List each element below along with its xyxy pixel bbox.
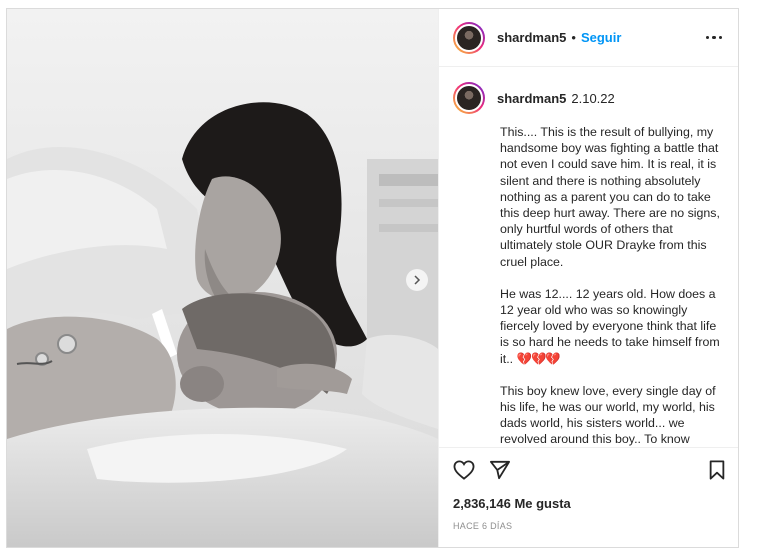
likes-count[interactable]: 2,836,146 Me gusta: [453, 496, 571, 511]
photo-illustration: [7, 9, 438, 547]
post-timestamp[interactable]: HACE 6 DÍAS: [453, 521, 512, 531]
separator-dot: •: [571, 30, 576, 45]
send-icon[interactable]: [489, 460, 511, 480]
follow-button[interactable]: Seguir: [581, 30, 621, 45]
post-photo[interactable]: [7, 9, 438, 547]
instagram-post: shardman5 • Seguir shardman5 2.10.22 Thi…: [6, 8, 739, 548]
broken-heart-emojis: 💔💔💔: [516, 351, 561, 366]
post-sidebar: shardman5 • Seguir shardman5 2.10.22 Thi…: [438, 9, 738, 547]
author-username[interactable]: shardman5: [497, 30, 566, 45]
caption-avatar[interactable]: [453, 82, 485, 114]
caption-header: shardman5 2.10.22: [439, 68, 738, 114]
author-avatar[interactable]: [453, 21, 485, 54]
caption-paragraph: This boy knew love, every single day of …: [500, 383, 716, 446]
bookmark-icon[interactable]: [708, 459, 726, 480]
post-header: shardman5 • Seguir: [439, 9, 738, 67]
caption-section[interactable]: shardman5 2.10.22 This.... This is the r…: [439, 68, 738, 446]
action-bar: [439, 447, 738, 491]
caption-username[interactable]: shardman5: [497, 91, 566, 106]
carousel-next-button[interactable]: [406, 269, 428, 291]
caption-paragraph: He was 12.... 12 years old. How does a 1…: [500, 286, 726, 367]
caption-text: This.... This is the result of bullying,…: [439, 114, 738, 446]
heart-icon[interactable]: [453, 459, 475, 480]
chevron-right-icon: [414, 275, 421, 285]
caption-paragraph: This.... This is the result of bullying,…: [500, 125, 720, 269]
more-options-icon[interactable]: [700, 30, 729, 46]
caption-date: 2.10.22: [571, 90, 615, 106]
